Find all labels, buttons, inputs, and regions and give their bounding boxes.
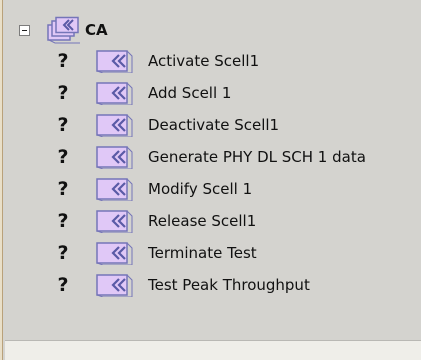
tree-item[interactable]: ? Test Peak Throughput — [55, 272, 310, 298]
status-unknown-icon: ? — [57, 273, 69, 296]
tree-item[interactable]: ? Modify Scell 1 — [55, 176, 252, 202]
double-chevron-left-icon — [96, 113, 133, 137]
tree-item-label: Activate Scell1 — [148, 51, 260, 70]
status-unknown-icon: ? — [57, 177, 69, 200]
double-chevron-left-icon — [96, 241, 133, 265]
status-unknown-icon: ? — [57, 113, 69, 136]
tree-root-label: CA — [85, 20, 108, 39]
tree-item-label: Modify Scell 1 — [148, 179, 253, 198]
right-border — [421, 0, 425, 360]
tree-item-label: Generate PHY DL SCH 1 data — [148, 147, 366, 166]
tree-item-label: Deactivate Scell1 — [148, 115, 280, 134]
collapse-toggle-icon[interactable] — [19, 24, 30, 36]
tree-item-label: Add Scell 1 — [148, 83, 232, 102]
status-unknown-icon: ? — [57, 81, 69, 104]
status-unknown-icon: ? — [57, 49, 69, 72]
double-chevron-left-icon — [96, 177, 133, 201]
tree-root-ca[interactable]: CA — [19, 16, 108, 44]
stacked-folder-icon — [45, 16, 83, 44]
status-unknown-icon: ? — [57, 209, 69, 232]
tree-item[interactable]: ? Generate PHY DL SCH 1 data — [55, 144, 366, 170]
tree-item-label: Terminate Test — [148, 243, 257, 262]
double-chevron-left-icon — [96, 273, 133, 297]
status-unknown-icon: ? — [57, 145, 69, 168]
tree-item[interactable]: ? Terminate Test — [55, 240, 257, 266]
test-tree-panel: CA ? Activate Scell1? Add Scell 1? Deact… — [5, 0, 421, 340]
tree-item[interactable]: ? Add Scell 1 — [55, 80, 231, 106]
double-chevron-left-icon — [96, 81, 133, 105]
panel-bottom-bar — [5, 340, 421, 360]
ui-frame: CA ? Activate Scell1? Add Scell 1? Deact… — [0, 0, 425, 360]
tree-item[interactable]: ? Deactivate Scell1 — [55, 112, 279, 138]
double-chevron-left-icon — [96, 209, 133, 233]
tree-item-label: Release Scell1 — [148, 211, 257, 230]
status-unknown-icon: ? — [57, 241, 69, 264]
double-chevron-left-icon — [96, 49, 133, 73]
tree-item[interactable]: ? Release Scell1 — [55, 208, 256, 234]
tree-item-label: Test Peak Throughput — [148, 275, 310, 294]
double-chevron-left-icon — [96, 145, 133, 169]
tree-item[interactable]: ? Activate Scell1 — [55, 48, 259, 74]
